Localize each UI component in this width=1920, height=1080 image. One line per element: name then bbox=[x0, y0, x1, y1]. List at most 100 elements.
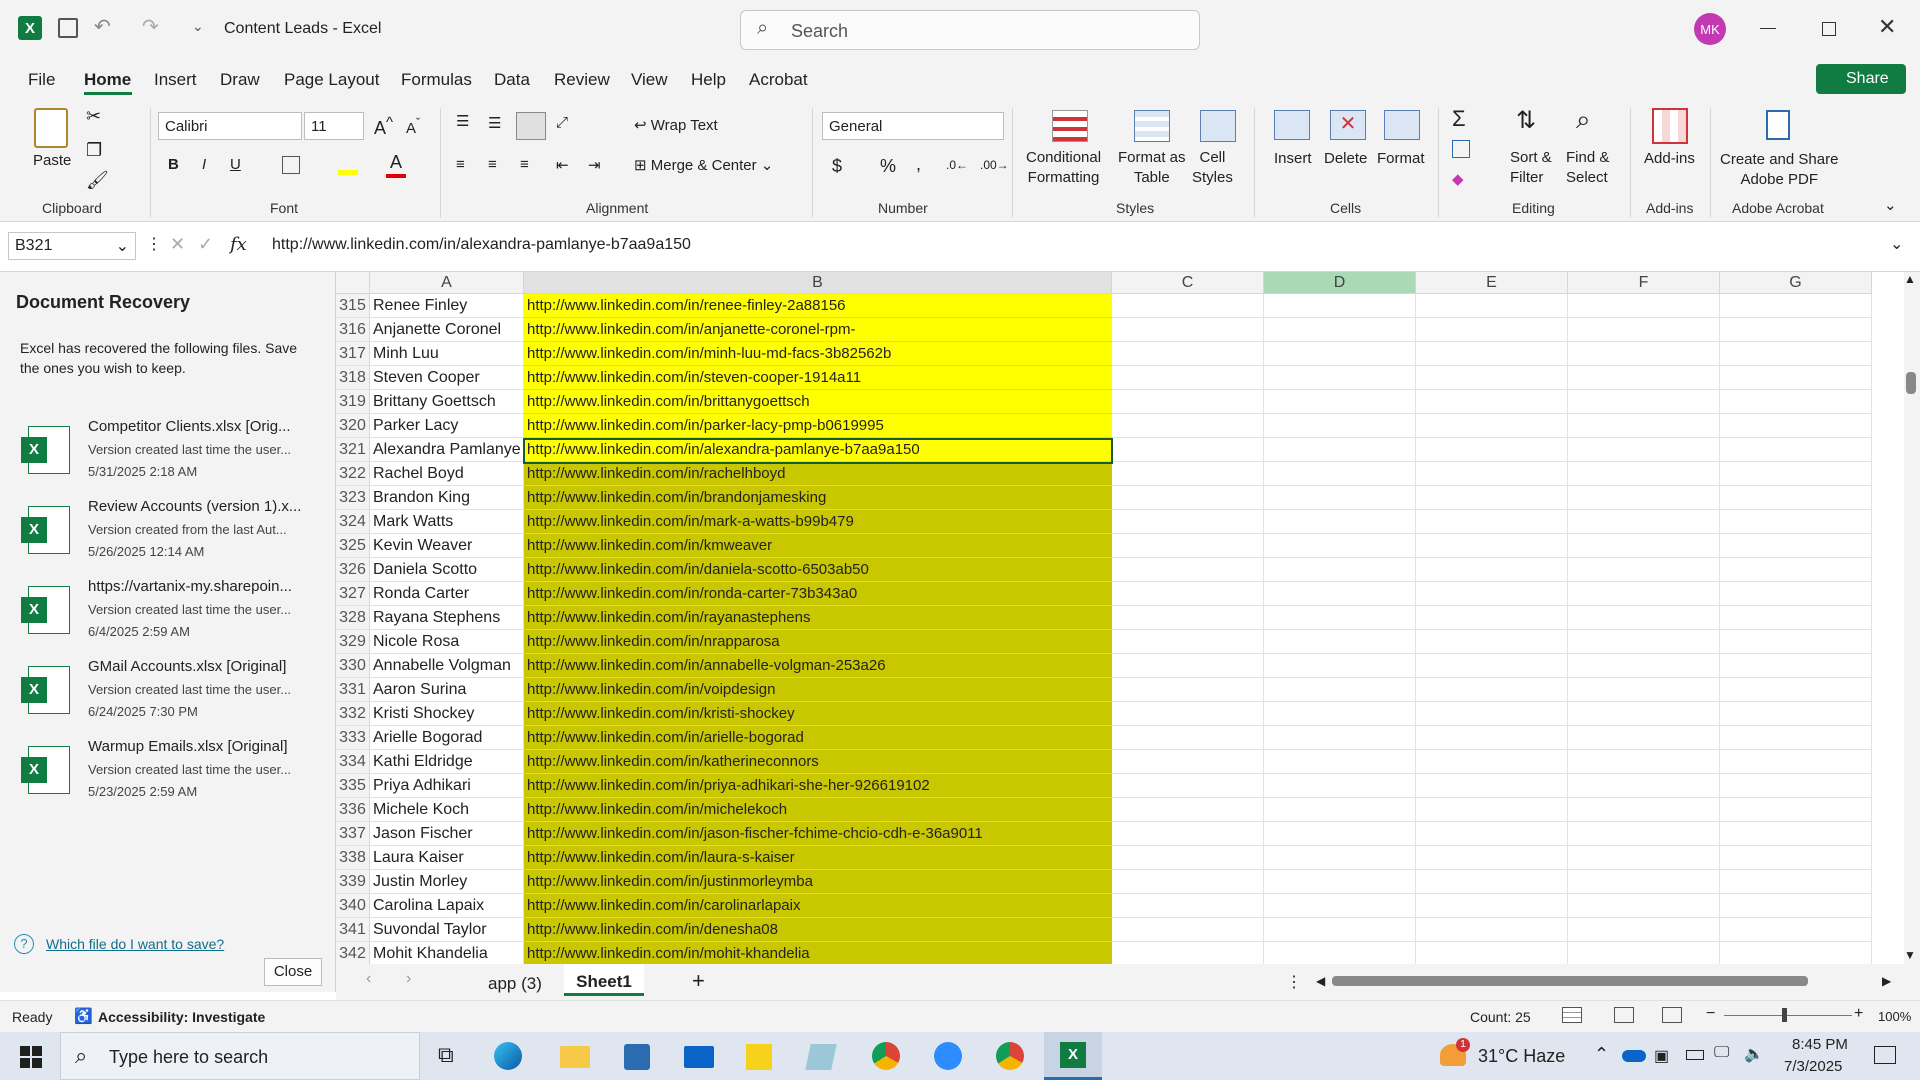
row-number[interactable]: 339 bbox=[336, 870, 370, 894]
add-ins-icon[interactable] bbox=[1652, 108, 1688, 144]
font-color-icon[interactable]: A bbox=[390, 152, 402, 173]
row-number[interactable]: 319 bbox=[336, 390, 370, 414]
empty-cell[interactable] bbox=[1264, 318, 1416, 342]
empty-cell[interactable] bbox=[1416, 558, 1568, 582]
cell-name[interactable]: Mohit Khandelia bbox=[370, 942, 524, 964]
collapse-ribbon-icon[interactable]: ⌄ bbox=[1884, 196, 1897, 214]
empty-cell[interactable] bbox=[1112, 870, 1264, 894]
cell-name[interactable]: Alexandra Pamlanye bbox=[370, 438, 524, 462]
restore-icon[interactable] bbox=[1822, 22, 1836, 36]
empty-cell[interactable] bbox=[1720, 606, 1872, 630]
empty-cell[interactable] bbox=[1416, 654, 1568, 678]
page-break-view-icon[interactable] bbox=[1662, 1007, 1682, 1023]
copy-icon[interactable]: ❐ bbox=[86, 140, 102, 161]
bold-icon[interactable]: B bbox=[168, 156, 179, 173]
more-options-icon[interactable]: ⋮ bbox=[1286, 972, 1302, 992]
scroll-up-icon[interactable]: ▲ bbox=[1904, 272, 1916, 286]
align-left-icon[interactable]: ≡ bbox=[456, 156, 465, 173]
row-number[interactable]: 320 bbox=[336, 414, 370, 438]
show-hidden-icons-icon[interactable]: ⌃ bbox=[1594, 1044, 1609, 1065]
cell-styles-icon[interactable] bbox=[1200, 110, 1236, 142]
avatar[interactable]: MK bbox=[1694, 13, 1726, 45]
cell-url[interactable]: http://www.linkedin.com/in/carolinarlapa… bbox=[524, 894, 1112, 918]
insert-cells-icon[interactable] bbox=[1274, 110, 1310, 140]
empty-cell[interactable] bbox=[1720, 942, 1872, 964]
vertical-scroll-thumb[interactable] bbox=[1906, 372, 1916, 394]
row-number[interactable]: 338 bbox=[336, 846, 370, 870]
row-number[interactable]: 341 bbox=[336, 918, 370, 942]
column-header-g[interactable]: G bbox=[1720, 272, 1872, 294]
empty-cell[interactable] bbox=[1720, 798, 1872, 822]
empty-cell[interactable] bbox=[1264, 822, 1416, 846]
cell-name[interactable]: Minh Luu bbox=[370, 342, 524, 366]
empty-cell[interactable] bbox=[1416, 390, 1568, 414]
cell-name[interactable]: Michele Koch bbox=[370, 798, 524, 822]
add-sheet-icon[interactable]: + bbox=[692, 968, 705, 994]
empty-cell[interactable] bbox=[1720, 462, 1872, 486]
cell-name[interactable]: Justin Morley bbox=[370, 870, 524, 894]
empty-cell[interactable] bbox=[1720, 870, 1872, 894]
conditional-formatting-icon[interactable] bbox=[1052, 110, 1088, 142]
empty-cell[interactable] bbox=[1568, 462, 1720, 486]
cell-url[interactable]: http://www.linkedin.com/in/kristi-shocke… bbox=[524, 702, 1112, 726]
empty-cell[interactable] bbox=[1264, 630, 1416, 654]
cell-url[interactable]: http://www.linkedin.com/in/annabelle-vol… bbox=[524, 654, 1112, 678]
cell-url[interactable]: http://www.linkedin.com/in/justinmorleym… bbox=[524, 870, 1112, 894]
format-as-table-label[interactable]: Format as Table bbox=[1118, 148, 1186, 188]
empty-cell[interactable] bbox=[1112, 390, 1264, 414]
row-number[interactable]: 328 bbox=[336, 606, 370, 630]
zoom-icon[interactable] bbox=[934, 1042, 962, 1070]
conditional-formatting-label[interactable]: Conditional Formatting bbox=[1026, 148, 1101, 188]
empty-cell[interactable] bbox=[1264, 702, 1416, 726]
empty-cell[interactable] bbox=[1264, 726, 1416, 750]
cell-name[interactable]: Ronda Carter bbox=[370, 582, 524, 606]
cell-url[interactable]: http://www.linkedin.com/in/mohit-khandel… bbox=[524, 942, 1112, 964]
empty-cell[interactable] bbox=[1416, 606, 1568, 630]
store-icon[interactable] bbox=[624, 1044, 650, 1070]
decrease-font-icon[interactable]: Aˇ bbox=[406, 116, 420, 137]
autosum-icon[interactable]: Σ bbox=[1452, 106, 1466, 132]
cell-styles-label[interactable]: Cell Styles bbox=[1192, 148, 1233, 188]
row-number[interactable]: 324 bbox=[336, 510, 370, 534]
empty-cell[interactable] bbox=[1416, 870, 1568, 894]
edge-icon[interactable] bbox=[494, 1042, 522, 1070]
row-number[interactable]: 325 bbox=[336, 534, 370, 558]
increase-font-icon[interactable]: A^ bbox=[374, 114, 393, 139]
windows-start-icon[interactable] bbox=[20, 1046, 42, 1068]
tab-scroll-right-icon[interactable]: › bbox=[406, 970, 411, 988]
meet-now-icon[interactable]: ▣ bbox=[1654, 1046, 1669, 1066]
empty-cell[interactable] bbox=[1112, 918, 1264, 942]
zoom-in-icon[interactable]: + bbox=[1854, 1005, 1863, 1023]
empty-cell[interactable] bbox=[1720, 414, 1872, 438]
row-number[interactable]: 316 bbox=[336, 318, 370, 342]
empty-cell[interactable] bbox=[1720, 702, 1872, 726]
empty-cell[interactable] bbox=[1416, 582, 1568, 606]
save-icon[interactable] bbox=[58, 18, 78, 38]
empty-cell[interactable] bbox=[1416, 534, 1568, 558]
expand-formula-bar-icon[interactable]: ⌄ bbox=[1890, 234, 1903, 254]
empty-cell[interactable] bbox=[1720, 774, 1872, 798]
accessibility-icon[interactable]: ♿ bbox=[74, 1007, 93, 1025]
row-number[interactable]: 327 bbox=[336, 582, 370, 606]
file-explorer-icon[interactable] bbox=[560, 1046, 590, 1068]
row-number[interactable]: 334 bbox=[336, 750, 370, 774]
empty-cell[interactable] bbox=[1568, 366, 1720, 390]
empty-cell[interactable] bbox=[1720, 726, 1872, 750]
cell-url[interactable]: http://www.linkedin.com/in/anjanette-cor… bbox=[524, 318, 1112, 342]
empty-cell[interactable] bbox=[1568, 630, 1720, 654]
row-number[interactable]: 318 bbox=[336, 366, 370, 390]
empty-cell[interactable] bbox=[1264, 894, 1416, 918]
paste-icon[interactable] bbox=[34, 108, 68, 148]
cell-name[interactable]: Kristi Shockey bbox=[370, 702, 524, 726]
cell-name[interactable]: Laura Kaiser bbox=[370, 846, 524, 870]
empty-cell[interactable] bbox=[1112, 438, 1264, 462]
empty-cell[interactable] bbox=[1264, 558, 1416, 582]
empty-cell[interactable] bbox=[1112, 798, 1264, 822]
more-icon[interactable]: ⋮ bbox=[146, 234, 162, 254]
empty-cell[interactable] bbox=[1568, 822, 1720, 846]
empty-cell[interactable] bbox=[1720, 822, 1872, 846]
empty-cell[interactable] bbox=[1416, 894, 1568, 918]
cell-url[interactable]: http://www.linkedin.com/in/priya-adhikar… bbox=[524, 774, 1112, 798]
row-number[interactable]: 331 bbox=[336, 678, 370, 702]
empty-cell[interactable] bbox=[1720, 534, 1872, 558]
